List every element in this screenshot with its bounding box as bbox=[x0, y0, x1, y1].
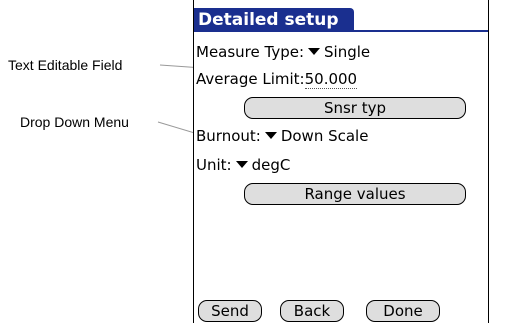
triangle-down-icon[interactable] bbox=[264, 132, 277, 139]
palm-screen: Detailed setup Measure Type: Single Avera… bbox=[193, 0, 489, 323]
done-button[interactable]: Done bbox=[366, 300, 440, 322]
back-button[interactable]: Back bbox=[280, 300, 344, 322]
triangle-down-icon[interactable] bbox=[235, 161, 248, 168]
unit-label: Unit: bbox=[196, 156, 232, 174]
title-bar: Detailed setup bbox=[194, 8, 488, 32]
title-rule bbox=[194, 30, 488, 32]
sensor-type-button[interactable]: Snsr typ bbox=[244, 97, 466, 119]
unit-row: Unit: degC bbox=[196, 155, 290, 175]
burnout-dropdown[interactable]: Down Scale bbox=[281, 127, 369, 145]
send-button[interactable]: Send bbox=[198, 300, 262, 322]
average-limit-field[interactable]: 50.000 bbox=[304, 70, 358, 89]
form-title: Detailed setup bbox=[194, 8, 354, 32]
burnout-row: Burnout: Down Scale bbox=[196, 126, 368, 146]
unit-dropdown[interactable]: degC bbox=[252, 156, 291, 174]
measure-type-dropdown[interactable]: Single bbox=[324, 43, 370, 61]
measure-type-row: Measure Type: Single bbox=[196, 42, 370, 62]
range-values-button[interactable]: Range values bbox=[244, 183, 466, 205]
burnout-label: Burnout: bbox=[196, 127, 261, 145]
measure-type-label: Measure Type: bbox=[196, 43, 305, 61]
average-limit-row: Average Limit:50.000 bbox=[196, 69, 358, 89]
average-limit-label: Average Limit: bbox=[196, 70, 305, 88]
triangle-down-icon[interactable] bbox=[308, 48, 321, 55]
